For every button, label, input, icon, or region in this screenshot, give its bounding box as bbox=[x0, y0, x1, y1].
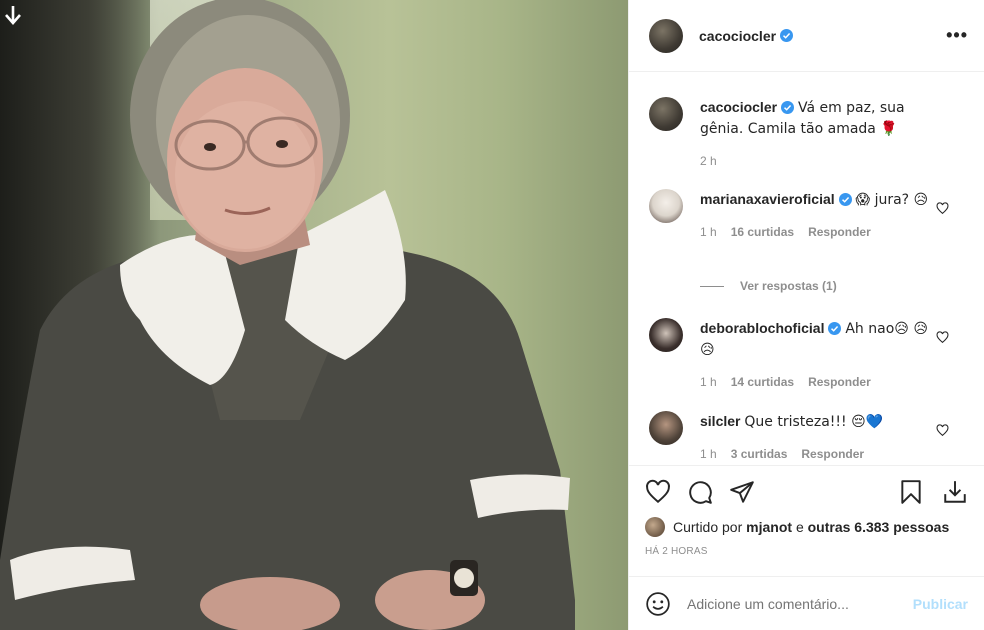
comment-composer: Publicar bbox=[629, 576, 984, 630]
bookmark-icon[interactable] bbox=[898, 479, 924, 505]
comment-text: 😱 jura? 😥 bbox=[855, 192, 929, 208]
liked-by-prefix: Curtido por bbox=[673, 519, 743, 535]
comment-likes[interactable]: 3 curtidas bbox=[731, 444, 788, 464]
verified-badge-icon bbox=[780, 29, 794, 42]
view-replies-label[interactable]: Ver respostas (1) bbox=[740, 279, 837, 293]
publish-button[interactable]: Publicar bbox=[913, 596, 968, 612]
reply-button[interactable]: Responder bbox=[808, 222, 871, 242]
comment-item: deborablochoficial Ah nao😥 😥😥 1 h 14 cur… bbox=[649, 318, 969, 392]
liked-by-joiner: e bbox=[795, 519, 804, 535]
comment-time[interactable]: 1 h bbox=[700, 444, 717, 464]
comment-username[interactable]: marianaxavieroficial bbox=[700, 191, 835, 207]
comment-meta: 1 h 3 curtidas Responder bbox=[700, 444, 930, 464]
liked-by-row: Curtido por mjanot e outras 6.383 pessoa… bbox=[645, 517, 968, 537]
comment-meta: 1 h 14 curtidas Responder bbox=[700, 372, 930, 392]
comment-time[interactable]: 1 h bbox=[700, 222, 717, 242]
author-avatar[interactable] bbox=[649, 18, 683, 53]
comment-input[interactable] bbox=[687, 595, 887, 612]
caption-username[interactable]: cacociocler bbox=[700, 99, 777, 115]
comment-like-heart-icon[interactable] bbox=[936, 202, 949, 215]
download-icon[interactable] bbox=[942, 479, 968, 505]
verified-badge-icon bbox=[838, 193, 852, 206]
replies-divider-line bbox=[700, 285, 724, 287]
liked-by-others[interactable]: outras 6.383 pessoas bbox=[808, 519, 950, 535]
action-icons-row bbox=[645, 466, 968, 518]
comment-like-heart-icon[interactable] bbox=[936, 331, 949, 344]
comment-item: marianaxavieroficial 😱 jura? 😥 1 h 16 cu… bbox=[649, 189, 969, 242]
post-header: cacociocler ••• bbox=[629, 0, 984, 72]
post-side-panel: cacociocler ••• cacociocler Vá em paz, s… bbox=[628, 0, 984, 630]
caption-meta: 2 h bbox=[700, 151, 930, 171]
more-options-button[interactable]: ••• bbox=[946, 25, 968, 46]
comment-username[interactable]: silcler bbox=[700, 413, 740, 429]
comment-username[interactable]: deborablochoficial bbox=[700, 320, 824, 336]
action-icons-right bbox=[880, 479, 968, 505]
comment-time[interactable]: 1 h bbox=[700, 372, 717, 392]
comment-likes[interactable]: 14 curtidas bbox=[731, 372, 794, 392]
post-actions: Curtido por mjanot e outras 6.383 pessoa… bbox=[629, 465, 984, 557]
instagram-post-view: cacociocler ••• cacociocler Vá em paz, s… bbox=[0, 0, 984, 630]
post-timestamp[interactable]: HÁ 2 HORAS bbox=[645, 546, 968, 557]
comment-icon[interactable] bbox=[687, 479, 713, 505]
commenter-avatar[interactable] bbox=[649, 411, 683, 445]
verified-badge-icon bbox=[828, 322, 842, 335]
verified-badge-icon bbox=[781, 101, 795, 114]
woman-portrait-illustration bbox=[0, 0, 575, 630]
liked-by-user[interactable]: mjanot bbox=[746, 519, 792, 535]
heart-icon[interactable] bbox=[645, 479, 671, 505]
comment-body: silcler Que tristeza!!! 😔💙 1 h 3 curtida… bbox=[700, 411, 930, 464]
post-photo[interactable] bbox=[0, 0, 628, 630]
caption: cacociocler Vá em paz, sua gênia. Camila… bbox=[649, 97, 969, 171]
commenter-avatar[interactable] bbox=[649, 318, 683, 352]
comment-like-heart-icon[interactable] bbox=[936, 424, 949, 437]
share-icon[interactable] bbox=[729, 479, 755, 505]
liker-avatar[interactable] bbox=[645, 517, 665, 537]
download-arrow-icon[interactable] bbox=[4, 4, 22, 26]
emoji-picker-icon[interactable] bbox=[645, 591, 671, 617]
caption-avatar[interactable] bbox=[649, 97, 683, 131]
comment-body: deborablochoficial Ah nao😥 😥😥 1 h 14 cur… bbox=[700, 318, 930, 392]
caption-time[interactable]: 2 h bbox=[700, 151, 717, 171]
comment-body: marianaxavieroficial 😱 jura? 😥 1 h 16 cu… bbox=[700, 189, 930, 242]
comment-likes[interactable]: 16 curtidas bbox=[731, 222, 794, 242]
author-username[interactable]: cacociocler bbox=[699, 28, 776, 44]
commenter-avatar[interactable] bbox=[649, 189, 683, 223]
comments-list: cacociocler Vá em paz, sua gênia. Camila… bbox=[629, 73, 984, 465]
comment-text: Que tristeza!!! 😔💙 bbox=[744, 414, 884, 430]
reply-button[interactable]: Responder bbox=[801, 444, 864, 464]
comment-item: silcler Que tristeza!!! 😔💙 1 h 3 curtida… bbox=[649, 411, 969, 464]
comment-meta: 1 h 16 curtidas Responder bbox=[700, 222, 930, 242]
reply-button[interactable]: Responder bbox=[808, 372, 871, 392]
caption-body: cacociocler Vá em paz, sua gênia. Camila… bbox=[700, 97, 930, 171]
view-replies-button[interactable]: Ver respostas (1) bbox=[700, 279, 837, 293]
